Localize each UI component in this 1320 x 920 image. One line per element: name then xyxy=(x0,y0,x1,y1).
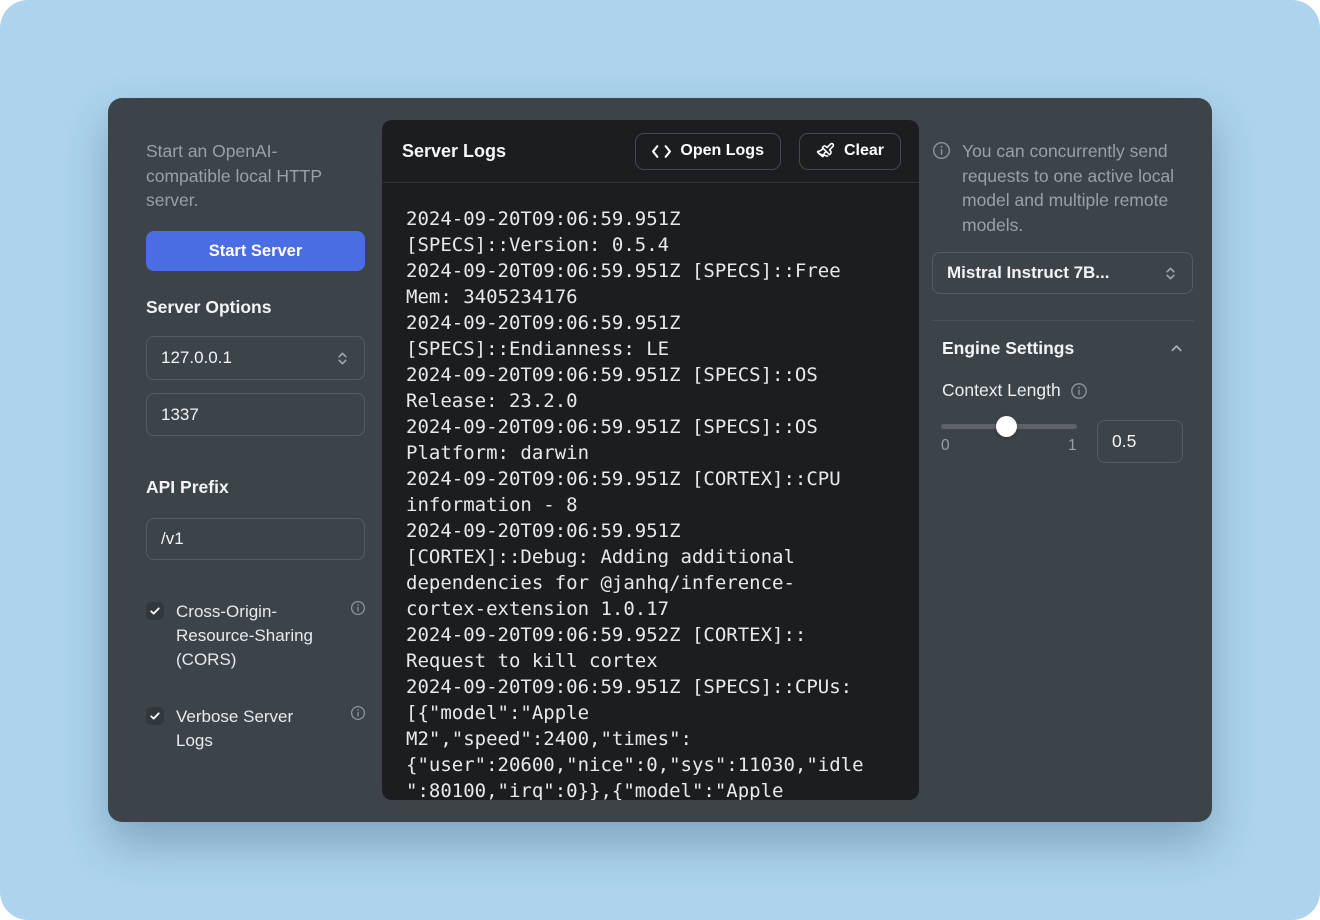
model-select[interactable]: Mistral Instruct 7B... xyxy=(932,252,1193,294)
server-logs-header: Server Logs Open Logs Clear xyxy=(382,120,919,183)
port-field[interactable] xyxy=(146,393,365,436)
cors-info-icon[interactable] xyxy=(350,600,366,616)
log-line: Release: 23.2.0 xyxy=(406,388,899,414)
context-length-row: Context Length xyxy=(942,380,1088,401)
context-length-info-icon[interactable] xyxy=(1070,382,1088,400)
log-line: [SPECS]::Endianness: LE xyxy=(406,336,899,362)
server-settings-column: Start an OpenAI-compatible local HTTP se… xyxy=(146,98,365,822)
concurrency-info-text: You can concurrently send requests to on… xyxy=(962,139,1194,237)
context-length-value-input[interactable] xyxy=(1112,431,1168,452)
server-logs-title: Server Logs xyxy=(402,141,506,162)
chevron-up-down-icon xyxy=(1163,266,1178,281)
log-line: 2024-09-20T09:06:59.951Z [CORTEX]::CPU xyxy=(406,466,899,492)
log-line: 2024-09-20T09:06:59.951Z [SPECS]::CPUs: xyxy=(406,674,899,700)
port-input[interactable] xyxy=(161,405,350,425)
api-prefix-input[interactable] xyxy=(161,529,350,549)
slider-min-label: 0 xyxy=(941,437,950,455)
verbose-logs-checkbox-row: Verbose Server Logs xyxy=(146,705,365,753)
engine-settings-toggle[interactable]: Engine Settings xyxy=(942,338,1184,359)
slider-max-label: 1 xyxy=(1068,437,1077,455)
log-line: 2024-09-20T09:06:59.951Z xyxy=(406,518,899,544)
model-select-value: Mistral Instruct 7B... xyxy=(947,263,1109,283)
log-line: Mem: 3405234176 xyxy=(406,284,899,310)
log-line: [{"model":"Apple xyxy=(406,700,899,726)
cors-checkbox-label: Cross-Origin-Resource-Sharing (CORS) xyxy=(176,600,328,672)
log-line: [CORTEX]::Debug: Adding additional xyxy=(406,544,899,570)
log-line: 2024-09-20T09:06:59.951Z [SPECS]::OS xyxy=(406,362,899,388)
log-line: 2024-09-20T09:06:59.951Z [SPECS]::OS xyxy=(406,414,899,440)
paintbrush-icon xyxy=(816,142,835,161)
server-logs-panel: Server Logs Open Logs Clear 2024-0 xyxy=(382,120,919,800)
code-icon xyxy=(652,145,671,158)
context-length-slider-thumb[interactable] xyxy=(996,416,1017,437)
log-line: 2024-09-20T09:06:59.951Z xyxy=(406,310,899,336)
host-select-value: 127.0.0.1 xyxy=(161,348,232,368)
api-prefix-heading: API Prefix xyxy=(146,477,365,498)
open-logs-button-label: Open Logs xyxy=(680,142,764,160)
context-length-label: Context Length xyxy=(942,380,1061,401)
open-logs-button[interactable]: Open Logs xyxy=(635,133,781,170)
clear-logs-button-label: Clear xyxy=(844,142,884,160)
server-options-heading: Server Options xyxy=(146,297,365,318)
log-line: Platform: darwin xyxy=(406,440,899,466)
context-length-value-field[interactable] xyxy=(1097,420,1183,463)
log-line: information - 8 xyxy=(406,492,899,518)
info-icon xyxy=(932,141,951,160)
engine-settings-heading: Engine Settings xyxy=(942,338,1074,359)
local-api-server-window: Start an OpenAI-compatible local HTTP se… xyxy=(108,98,1212,822)
host-select[interactable]: 127.0.0.1 xyxy=(146,336,365,380)
log-line: 2024-09-20T09:06:59.951Z [SPECS]::Free xyxy=(406,258,899,284)
chevron-up-down-icon xyxy=(335,351,350,366)
cors-checkbox[interactable] xyxy=(146,602,164,620)
log-line: M2","speed":2400,"times": xyxy=(406,726,899,752)
server-logs-output[interactable]: 2024-09-20T09:06:59.951Z [SPECS]::Versio… xyxy=(382,184,919,800)
log-line: 2024-09-20T09:06:59.952Z [CORTEX]:: xyxy=(406,622,899,648)
check-icon xyxy=(149,605,161,617)
verbose-logs-checkbox-label: Verbose Server Logs xyxy=(176,705,328,753)
log-line: cortex-extension 1.0.17 xyxy=(406,596,899,622)
clear-logs-button[interactable]: Clear xyxy=(799,133,901,170)
log-line: Request to kill cortex xyxy=(406,648,899,674)
check-icon xyxy=(149,710,161,722)
app-background: Start an OpenAI-compatible local HTTP se… xyxy=(0,0,1320,920)
log-line: [SPECS]::Version: 0.5.4 xyxy=(406,232,899,258)
api-prefix-field[interactable] xyxy=(146,518,365,560)
cors-checkbox-row: Cross-Origin-Resource-Sharing (CORS) xyxy=(146,600,365,672)
engine-settings-divider xyxy=(932,320,1194,321)
verbose-logs-checkbox[interactable] xyxy=(146,707,164,725)
start-server-button[interactable]: Start Server xyxy=(146,231,365,271)
log-line: {"user":20600,"nice":0,"sys":11030,"idle xyxy=(406,752,899,778)
log-line: dependencies for @janhq/inference- xyxy=(406,570,899,596)
model-settings-column: You can concurrently send requests to on… xyxy=(932,98,1194,822)
chevron-up-icon xyxy=(1169,341,1184,356)
log-line: ":80100,"irq":0}},{"model":"Apple xyxy=(406,778,899,800)
log-line: 2024-09-20T09:06:59.951Z xyxy=(406,206,899,232)
verbose-logs-info-icon[interactable] xyxy=(350,705,366,721)
server-description: Start an OpenAI-compatible local HTTP se… xyxy=(146,139,358,213)
